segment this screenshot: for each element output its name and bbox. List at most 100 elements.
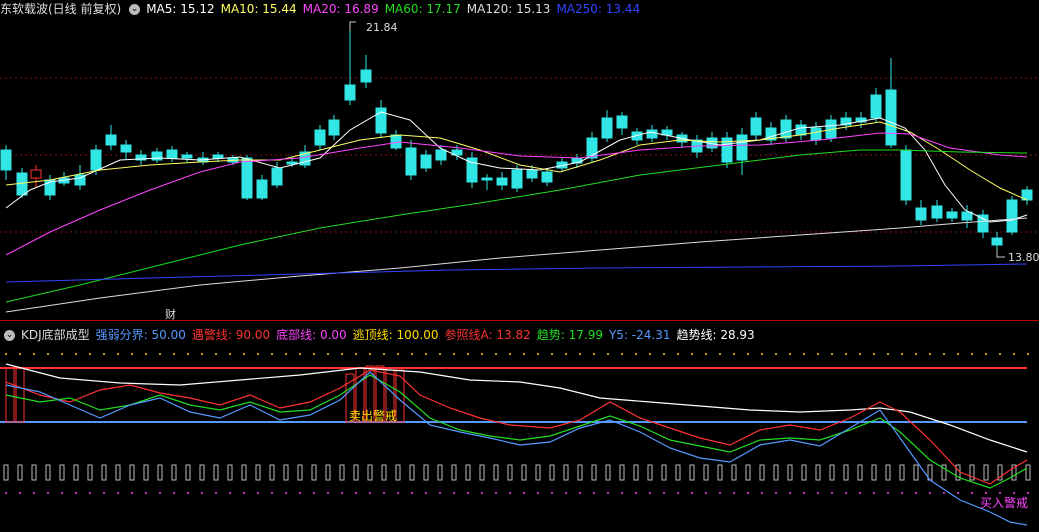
bottom-dot (453, 492, 455, 494)
top-dot (1027, 353, 1029, 355)
sell-box (395, 369, 405, 423)
bottom-dot (425, 492, 427, 494)
bottom-dot (999, 492, 1001, 494)
signal-bar (381, 464, 387, 481)
bottom-dot (173, 492, 175, 494)
top-dot (985, 353, 987, 355)
signal-bar (507, 464, 513, 481)
signal-bar (1025, 464, 1031, 481)
bottom-dot (691, 492, 693, 494)
bottom-dot (1013, 492, 1015, 494)
signal-bar (73, 464, 79, 481)
signal-bar (255, 464, 261, 481)
signal-bar (577, 464, 583, 481)
bottom-dot (915, 492, 917, 494)
top-dot (173, 353, 175, 355)
top-dot (719, 353, 721, 355)
top-dot (467, 353, 469, 355)
top-dot (971, 353, 973, 355)
bottom-dot (285, 492, 287, 494)
bottom-dot (299, 492, 301, 494)
top-dot (565, 353, 567, 355)
signal-bar (717, 464, 723, 481)
signal-bar (87, 464, 93, 481)
top-dot (607, 353, 609, 355)
bottom-dot (61, 492, 63, 494)
top-dot (355, 353, 357, 355)
top-dot (649, 353, 651, 355)
signal-bar (31, 464, 37, 481)
top-dot (901, 353, 903, 355)
signal-bar (213, 464, 219, 481)
bottom-dot (327, 492, 329, 494)
signal-bar (675, 464, 681, 481)
signal-bar (983, 464, 989, 481)
bottom-dot (621, 492, 623, 494)
bottom-dot (859, 492, 861, 494)
signal-bar (199, 464, 205, 481)
bottom-dot (257, 492, 259, 494)
bottom-dot (593, 492, 595, 494)
signal-bar (843, 464, 849, 481)
bottom-dot (761, 492, 763, 494)
top-dot (103, 353, 105, 355)
signal-bar (619, 464, 625, 481)
top-dot (789, 353, 791, 355)
top-dot (341, 353, 343, 355)
signal-bar (759, 464, 765, 481)
bottom-dot (803, 492, 805, 494)
signal-bar (731, 464, 737, 481)
bottom-dot (831, 492, 833, 494)
top-dot (831, 353, 833, 355)
bottom-dot (467, 492, 469, 494)
signal-bar (241, 464, 247, 481)
signal-bar (829, 464, 835, 481)
indicator-chart[interactable]: 卖出警戒买入警戒 (0, 0, 1039, 532)
signal-bar (129, 464, 135, 481)
signal-bar (857, 464, 863, 481)
bottom-dot (411, 492, 413, 494)
buy-warning-label: 买入警戒 (980, 495, 1028, 510)
signal-bar (325, 464, 331, 481)
top-dot (523, 353, 525, 355)
sell-box (15, 367, 25, 423)
bottom-dot (229, 492, 231, 494)
bottom-dot (817, 492, 819, 494)
top-dot (705, 353, 707, 355)
bottom-dot (663, 492, 665, 494)
bottom-dot (439, 492, 441, 494)
bottom-dot (33, 492, 35, 494)
top-dot (383, 353, 385, 355)
top-dot (229, 353, 231, 355)
top-dot (747, 353, 749, 355)
bottom-dot (509, 492, 511, 494)
top-dot (859, 353, 861, 355)
bottom-dot (187, 492, 189, 494)
top-dot (425, 353, 427, 355)
top-dot (495, 353, 497, 355)
signal-bar (563, 464, 569, 481)
top-dot (145, 353, 147, 355)
bottom-dot (985, 492, 987, 494)
bottom-dot (537, 492, 539, 494)
top-dot (663, 353, 665, 355)
top-dot (677, 353, 679, 355)
top-dot (327, 353, 329, 355)
top-dot (635, 353, 637, 355)
top-dot (551, 353, 553, 355)
top-dot (19, 353, 21, 355)
signal-bar (3, 464, 9, 481)
top-dot (61, 353, 63, 355)
signal-bar (647, 464, 653, 481)
top-dot (47, 353, 49, 355)
top-dot (439, 353, 441, 355)
signal-bar (787, 464, 793, 481)
signal-bar (605, 464, 611, 481)
signal-bar (815, 464, 821, 481)
top-dot (369, 353, 371, 355)
bottom-dot (5, 492, 7, 494)
signal-bar (535, 464, 541, 481)
signal-bar (311, 464, 317, 481)
signal-bar (521, 464, 527, 481)
top-dot (33, 353, 35, 355)
